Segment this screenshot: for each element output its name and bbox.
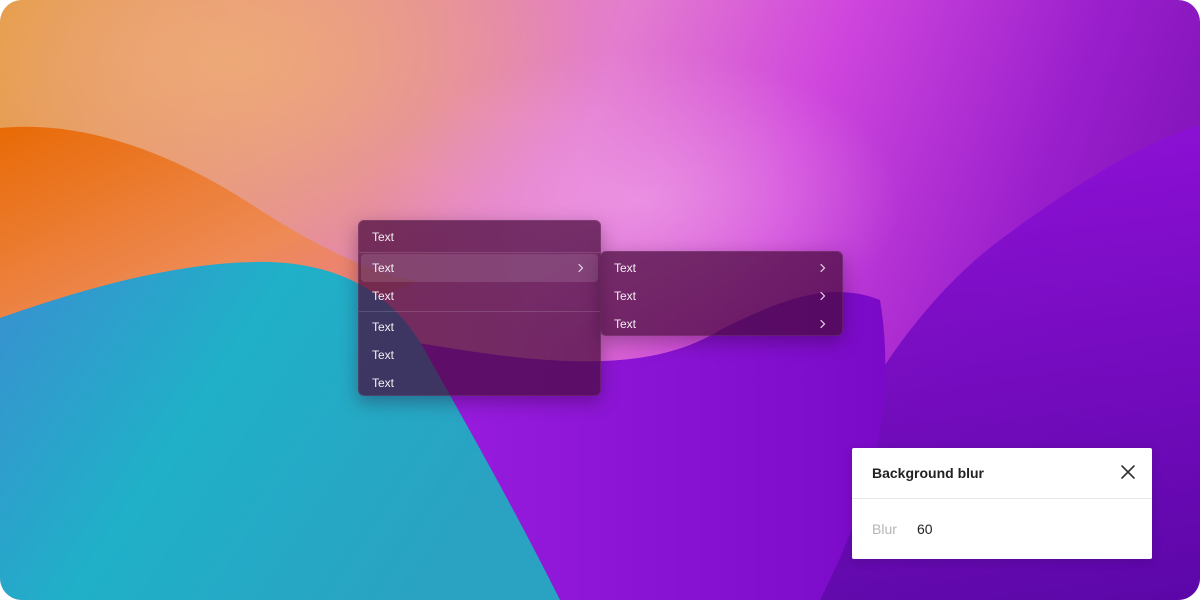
menu-item-label: Text bbox=[372, 261, 395, 275]
context-menu: Text Text Text Text Text Text bbox=[358, 220, 601, 396]
background-blur-panel: Background blur Blur 60 bbox=[852, 448, 1152, 559]
submenu-item[interactable]: Text bbox=[603, 282, 840, 310]
submenu-item[interactable]: Text bbox=[603, 254, 840, 282]
menu-item[interactable]: Text bbox=[361, 313, 598, 341]
menu-item-label: Text bbox=[372, 230, 395, 244]
submenu-item-label: Text bbox=[614, 289, 637, 303]
menu-item[interactable]: Text bbox=[361, 282, 598, 310]
menu-item[interactable]: Text bbox=[361, 223, 598, 251]
close-icon[interactable] bbox=[1120, 464, 1136, 480]
menu-item-label: Text bbox=[372, 376, 395, 390]
chevron-right-icon bbox=[820, 291, 826, 301]
panel-title: Background blur bbox=[872, 465, 985, 481]
menu-item-label: Text bbox=[372, 348, 395, 362]
menu-item-label: Text bbox=[372, 320, 395, 334]
menu-item[interactable]: Text bbox=[361, 341, 598, 369]
context-submenu: Text Text Text bbox=[600, 251, 843, 336]
submenu-item-label: Text bbox=[614, 317, 637, 331]
submenu-item[interactable]: Text bbox=[603, 310, 840, 338]
menu-item-label: Text bbox=[372, 289, 395, 303]
menu-separator bbox=[359, 311, 600, 312]
menu-item-submenu[interactable]: Text bbox=[361, 254, 598, 282]
menu-item[interactable]: Text bbox=[361, 369, 598, 397]
blur-value-input[interactable]: 60 bbox=[917, 521, 933, 537]
submenu-item-label: Text bbox=[614, 261, 637, 275]
chevron-right-icon bbox=[578, 263, 584, 273]
chevron-right-icon bbox=[820, 263, 826, 273]
menu-separator bbox=[359, 252, 600, 253]
desktop-wallpaper: Text Text Text Text Text Text Text Text … bbox=[0, 0, 1200, 600]
panel-divider bbox=[852, 498, 1152, 499]
blur-label: Blur bbox=[872, 521, 897, 537]
chevron-right-icon bbox=[820, 319, 826, 329]
